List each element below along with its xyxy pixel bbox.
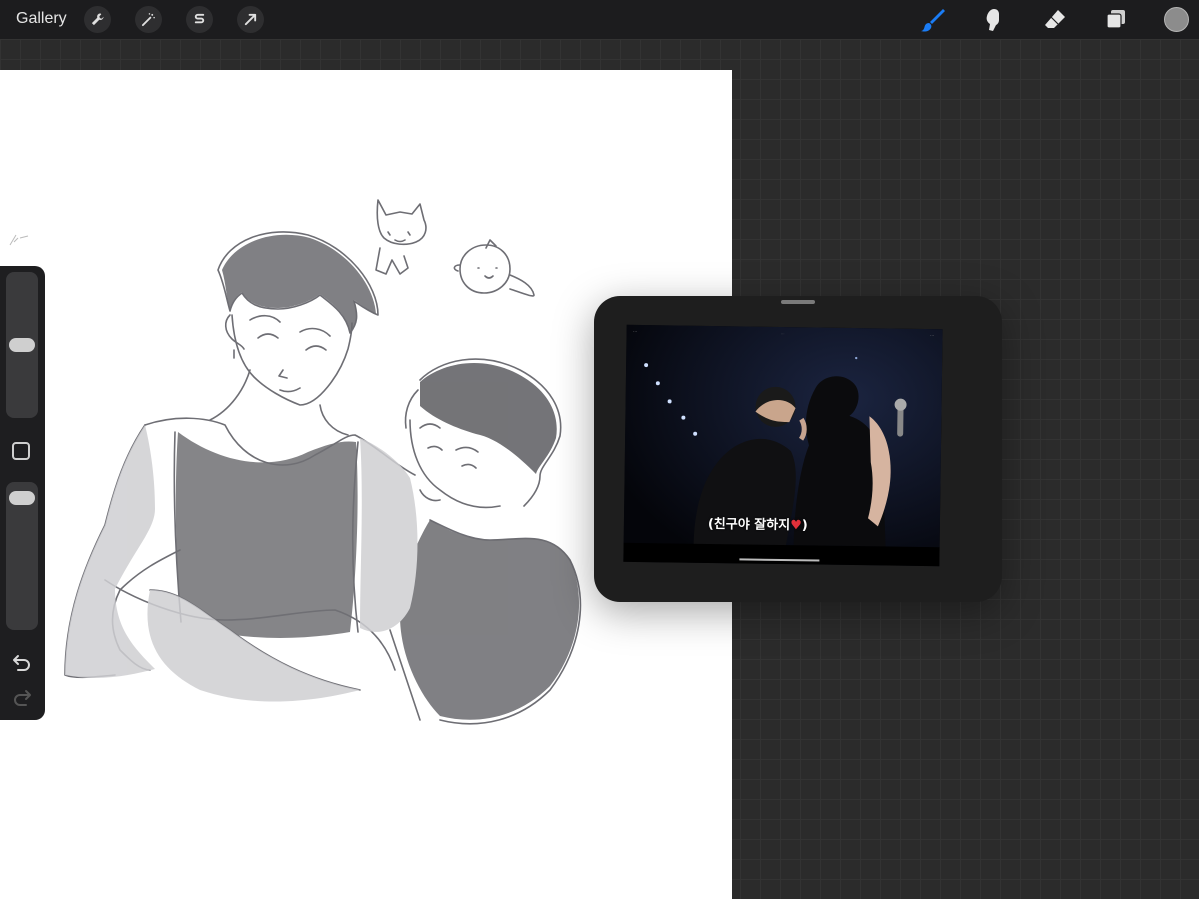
heart-icon: ♥	[790, 518, 802, 534]
layers-icon	[1106, 10, 1125, 29]
actions-button[interactable]	[84, 6, 111, 33]
undo-icon	[13, 655, 30, 671]
undo-button[interactable]	[10, 651, 34, 675]
wrench-icon	[91, 13, 104, 26]
brush-icon	[921, 9, 945, 32]
brush-size-slider[interactable]	[6, 272, 38, 418]
eraser-button[interactable]	[1040, 5, 1070, 35]
opacity-thumb[interactable]	[9, 491, 35, 506]
brush-button[interactable]	[918, 5, 948, 35]
subtitle-text: (친구야 잘하지	[707, 516, 791, 534]
brush-size-thumb[interactable]	[9, 338, 35, 352]
selection-button[interactable]	[186, 6, 213, 33]
modify-square-button[interactable]	[12, 442, 30, 460]
color-picker-button[interactable]	[1164, 7, 1189, 32]
smudge-button[interactable]	[978, 5, 1008, 35]
video-subtitle: (친구야 잘하지♥)	[708, 513, 808, 533]
reference-status-battery: ···	[929, 333, 935, 340]
top-toolbar: Gallery	[0, 0, 1199, 39]
magic-wand-icon	[141, 13, 155, 27]
reference-status-time: ···	[632, 328, 638, 335]
side-toolbar	[0, 266, 45, 720]
layers-button[interactable]	[1101, 5, 1131, 35]
transform-button[interactable]	[237, 6, 264, 33]
transform-arrow-icon	[244, 13, 257, 26]
selection-s-icon	[194, 13, 205, 24]
reference-status-center: ···	[780, 330, 785, 337]
opacity-slider[interactable]	[6, 482, 38, 630]
redo-icon	[14, 690, 31, 706]
reference-drag-handle[interactable]	[781, 300, 815, 304]
smudge-icon	[986, 9, 999, 31]
subtitle-close-paren: )	[801, 518, 808, 534]
reference-bottom-bar	[623, 542, 940, 567]
adjustments-button[interactable]	[135, 6, 162, 33]
redo-button[interactable]	[10, 686, 34, 710]
reference-window[interactable]: ··· ··· ··· (친구야 잘하지♥)	[594, 296, 1002, 602]
eraser-icon	[1045, 10, 1065, 28]
reference-image: ··· ··· ··· (친구야 잘하지♥)	[623, 324, 943, 567]
gallery-button[interactable]: Gallery	[16, 10, 67, 28]
